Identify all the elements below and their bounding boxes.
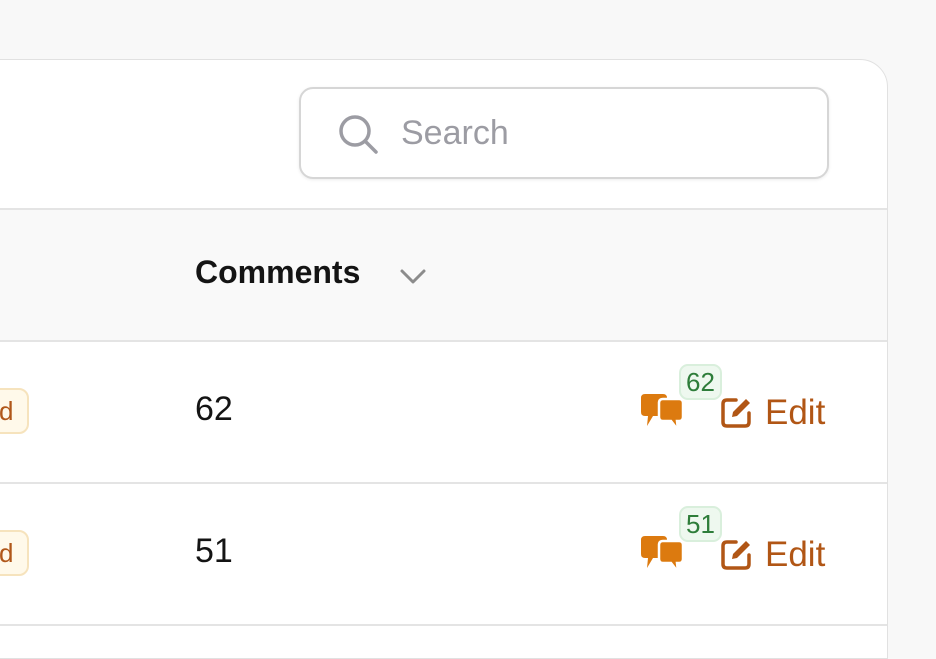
status-badge: d [0, 530, 30, 576]
edit-label: Edit [765, 393, 826, 432]
comments-icon[interactable] [637, 534, 687, 578]
search-icon [339, 115, 378, 154]
edit-label: Edit [765, 535, 826, 574]
comments-cell: 62 [195, 390, 233, 428]
status-badge: d [0, 388, 30, 434]
comment-count-badge: 62 [679, 364, 722, 400]
table-row: d 62 62 Edit [0, 342, 887, 484]
table-row: d 51 51 Edit [0, 484, 887, 626]
edit-icon [721, 398, 751, 428]
column-header-comments[interactable]: Comments [195, 254, 360, 291]
chevron-down-icon[interactable] [399, 268, 427, 286]
edit-icon [721, 540, 751, 570]
comments-cell: 51 [195, 532, 233, 570]
table-header: Comments [0, 208, 887, 342]
search-input[interactable] [401, 107, 801, 159]
table-card: Comments d 62 62 Edit d 51 51 [0, 59, 888, 659]
search-box[interactable] [299, 87, 829, 179]
comment-count-badge: 51 [679, 506, 722, 542]
comments-icon[interactable] [637, 392, 687, 436]
edit-button[interactable]: Edit [719, 390, 825, 436]
edit-button[interactable]: Edit [719, 532, 825, 578]
